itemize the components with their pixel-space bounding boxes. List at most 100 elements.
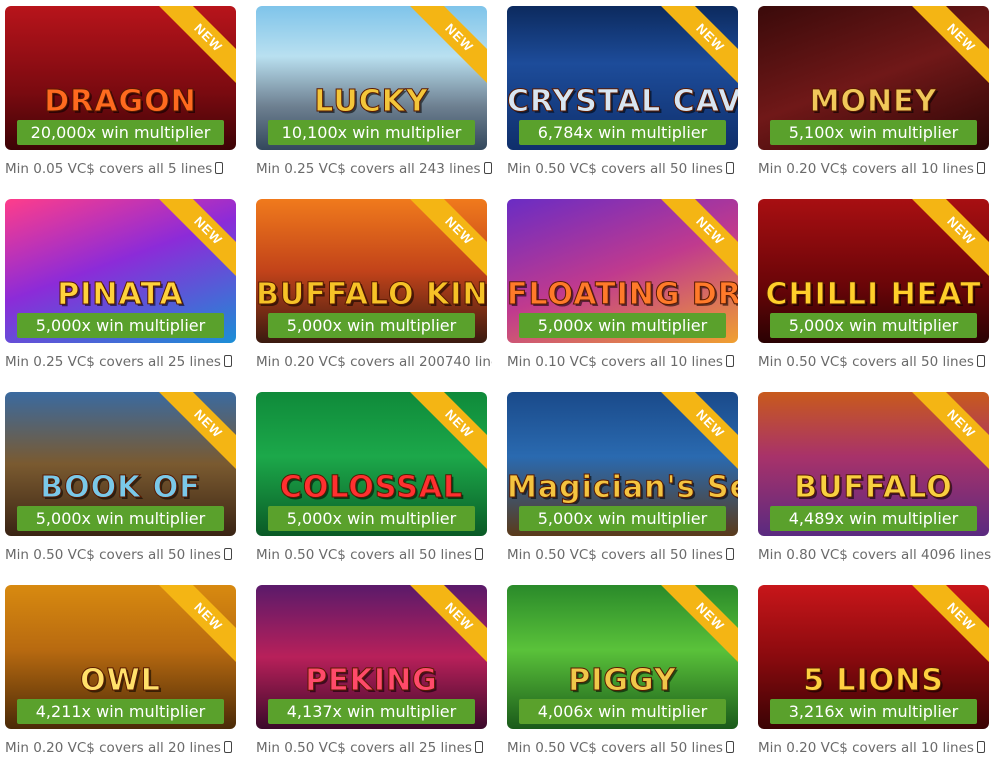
new-badge: NEW: [648, 199, 738, 289]
new-badge: NEW: [899, 6, 989, 96]
mobile-icon: [474, 548, 483, 560]
min-bet-text: Min 0.50 VC$ covers all 50 lines: [507, 161, 723, 177]
win-multiplier-bar: 5,000x win multiplier: [519, 313, 726, 338]
game-card[interactable]: CHILLI HEAT NEW 5,000x win multiplier Min 0…: [758, 199, 989, 385]
win-multiplier-bar: 4,489x win multiplier: [770, 506, 977, 531]
game-thumbnail[interactable]: LUCKY NEW 10,100x win multiplier: [256, 6, 487, 150]
mobile-icon: [223, 548, 232, 560]
new-badge: NEW: [146, 585, 236, 675]
mobile-icon: [474, 741, 483, 753]
game-info-line: Min 0.10 VC$ covers all 10 lines: [507, 352, 743, 372]
mobile-icon: [976, 741, 985, 753]
game-card[interactable]: BOOK OF NEW 5,000x win multiplier Min 0.50 …: [5, 392, 236, 578]
game-info-line: Min 0.50 VC$ covers all 50 lines: [758, 352, 994, 372]
win-multiplier-bar: 5,000x win multiplier: [268, 506, 475, 531]
min-bet-text: Min 0.50 VC$ covers all 50 lines: [5, 547, 221, 563]
new-badge: NEW: [397, 392, 487, 482]
game-thumbnail[interactable]: MONEY NEW 5,100x win multiplier: [758, 6, 989, 150]
mobile-icon: [215, 162, 224, 174]
mobile-icon: [725, 741, 734, 753]
new-badge-label: NEW: [153, 199, 236, 286]
game-card[interactable]: Magician's SecretsNEW5,000x win multipli…: [507, 392, 738, 578]
min-bet-text: Min 0.50 VC$ covers all 50 lines: [256, 547, 472, 563]
game-card[interactable]: BUFFALO NEW 4,489x win multiplier Min 0.80 …: [758, 392, 991, 578]
new-badge: NEW: [397, 6, 487, 96]
game-card[interactable]: LUCKY NEW 10,100x win multiplier Min 0.25 V…: [256, 6, 492, 192]
new-badge-label: NEW: [906, 199, 989, 286]
mobile-icon: [223, 741, 232, 753]
game-card[interactable]: MONEY NEW 5,100x win multiplier Min 0.20 VC…: [758, 6, 989, 192]
new-badge: NEW: [899, 585, 989, 675]
win-multiplier-bar: 10,100x win multiplier: [268, 120, 475, 145]
game-info-line: Min 0.05 VC$ covers all 5 lines: [5, 159, 241, 179]
new-badge-label: NEW: [655, 6, 738, 93]
win-multiplier-bar: 6,784x win multiplier: [519, 120, 726, 145]
game-thumbnail[interactable]: 5 LIONS NEW 3,216x win multiplier: [758, 585, 989, 729]
mobile-icon: [976, 162, 985, 174]
new-badge: NEW: [899, 392, 989, 482]
min-bet-text: Min 0.20 VC$ covers all 200740 lines: [256, 354, 492, 370]
new-badge: NEW: [397, 585, 487, 675]
game-thumbnail[interactable]: PEKING NEW 4,137x win multiplier: [256, 585, 487, 729]
min-bet-text: Min 0.50 VC$ covers all 50 lines: [507, 547, 723, 563]
win-multiplier-bar: 3,216x win multiplier: [770, 699, 977, 724]
win-multiplier-bar: 4,211x win multiplier: [17, 699, 224, 724]
game-thumbnail[interactable]: CHILLI HEAT NEW 5,000x win multiplier: [758, 199, 989, 343]
min-bet-text: Min 0.50 VC$ covers all 50 lines: [507, 740, 723, 756]
new-badge-label: NEW: [906, 392, 989, 479]
game-card[interactable]: PIGGY NEW 4,006x win multiplier Min 0.50 VC…: [507, 585, 738, 763]
win-multiplier-bar: 5,000x win multiplier: [770, 313, 977, 338]
new-badge-label: NEW: [655, 199, 738, 286]
min-bet-text: Min 0.20 VC$ covers all 20 lines: [5, 740, 221, 756]
min-bet-text: Min 0.80 VC$ covers all 4096 lines: [758, 547, 992, 563]
game-info-line: Min 0.80 VC$ covers all 4096 lines: [758, 545, 994, 565]
game-info-line: Min 0.20 VC$ covers all 200740 lines: [256, 352, 492, 372]
game-thumbnail[interactable]: DRAGON NEW 20,000x win multiplier: [5, 6, 236, 150]
game-info-line: Min 0.20 VC$ covers all 10 lines: [758, 738, 994, 758]
game-card[interactable]: 5 LIONS NEW 3,216x win multiplier Min 0.20 …: [758, 585, 989, 763]
new-badge-label: NEW: [655, 585, 738, 672]
min-bet-text: Min 0.50 VC$ covers all 50 lines: [758, 354, 974, 370]
new-badge: NEW: [648, 392, 738, 482]
game-card[interactable]: PEKING NEW 4,137x win multiplier Min 0.50 V…: [256, 585, 487, 763]
new-badge-label: NEW: [153, 6, 236, 93]
game-card[interactable]: FLOATING DRAGONNEW5,000x win multiplierM…: [507, 199, 738, 385]
game-thumbnail[interactable]: FLOATING DRAGONNEW5,000x win multiplier: [507, 199, 738, 343]
game-thumbnail[interactable]: BUFFALO KINGNEW5,000x win multiplier: [256, 199, 487, 343]
min-bet-text: Min 0.20 VC$ covers all 10 lines: [758, 161, 974, 177]
new-badge: NEW: [648, 6, 738, 96]
game-card[interactable]: DRAGON NEW 20,000x win multiplier Min 0.05 …: [5, 6, 236, 192]
win-multiplier-bar: 5,100x win multiplier: [770, 120, 977, 145]
game-card[interactable]: BUFFALO KINGNEW5,000x win multiplier Min …: [256, 199, 492, 385]
win-multiplier-bar: 5,000x win multiplier: [268, 313, 475, 338]
game-grid: DRAGON NEW 20,000x win multiplier Min 0.05 …: [0, 0, 1000, 763]
game-thumbnail[interactable]: Magician's SecretsNEW5,000x win multipli…: [507, 392, 738, 536]
new-badge-label: NEW: [153, 585, 236, 672]
game-thumbnail[interactable]: BOOK OF NEW 5,000x win multiplier: [5, 392, 236, 536]
game-info-line: Min 0.50 VC$ covers all 25 lines: [256, 738, 492, 758]
game-card[interactable]: COLOSSAL NEW 5,000x win multiplier Min 0.50…: [256, 392, 487, 578]
game-thumbnail[interactable]: PIGGY NEW 4,006x win multiplier: [507, 585, 738, 729]
mobile-icon: [725, 162, 734, 174]
game-card[interactable]: OWL NEW 4,211x win multiplier Min 0.20 VC$ …: [5, 585, 236, 763]
new-badge-label: NEW: [404, 392, 487, 479]
game-info-line: Min 0.50 VC$ covers all 50 lines: [256, 545, 492, 565]
game-card[interactable]: PINATA NEW 5,000x win multiplier Min 0.25 V…: [5, 199, 236, 385]
game-thumbnail[interactable]: CRYSTAL CAVERNSNEW6,784x win multiplier: [507, 6, 738, 150]
new-badge: NEW: [146, 6, 236, 96]
mobile-icon: [483, 162, 492, 174]
new-badge: NEW: [648, 585, 738, 675]
win-multiplier-bar: 5,000x win multiplier: [519, 506, 726, 531]
win-multiplier-bar: 20,000x win multiplier: [17, 120, 224, 145]
min-bet-text: Min 0.20 VC$ covers all 10 lines: [758, 740, 974, 756]
game-thumbnail[interactable]: PINATA NEW 5,000x win multiplier: [5, 199, 236, 343]
new-badge-label: NEW: [153, 392, 236, 479]
game-info-line: Min 0.20 VC$ covers all 10 lines: [758, 159, 994, 179]
game-thumbnail[interactable]: BUFFALO NEW 4,489x win multiplier: [758, 392, 989, 536]
game-card[interactable]: CRYSTAL CAVERNSNEW6,784x win multiplierM…: [507, 6, 738, 192]
win-multiplier-bar: 4,006x win multiplier: [519, 699, 726, 724]
game-info-line: Min 0.25 VC$ covers all 25 lines: [5, 352, 241, 372]
new-badge: NEW: [146, 199, 236, 289]
game-thumbnail[interactable]: COLOSSAL NEW 5,000x win multiplier: [256, 392, 487, 536]
game-thumbnail[interactable]: OWL NEW 4,211x win multiplier: [5, 585, 236, 729]
